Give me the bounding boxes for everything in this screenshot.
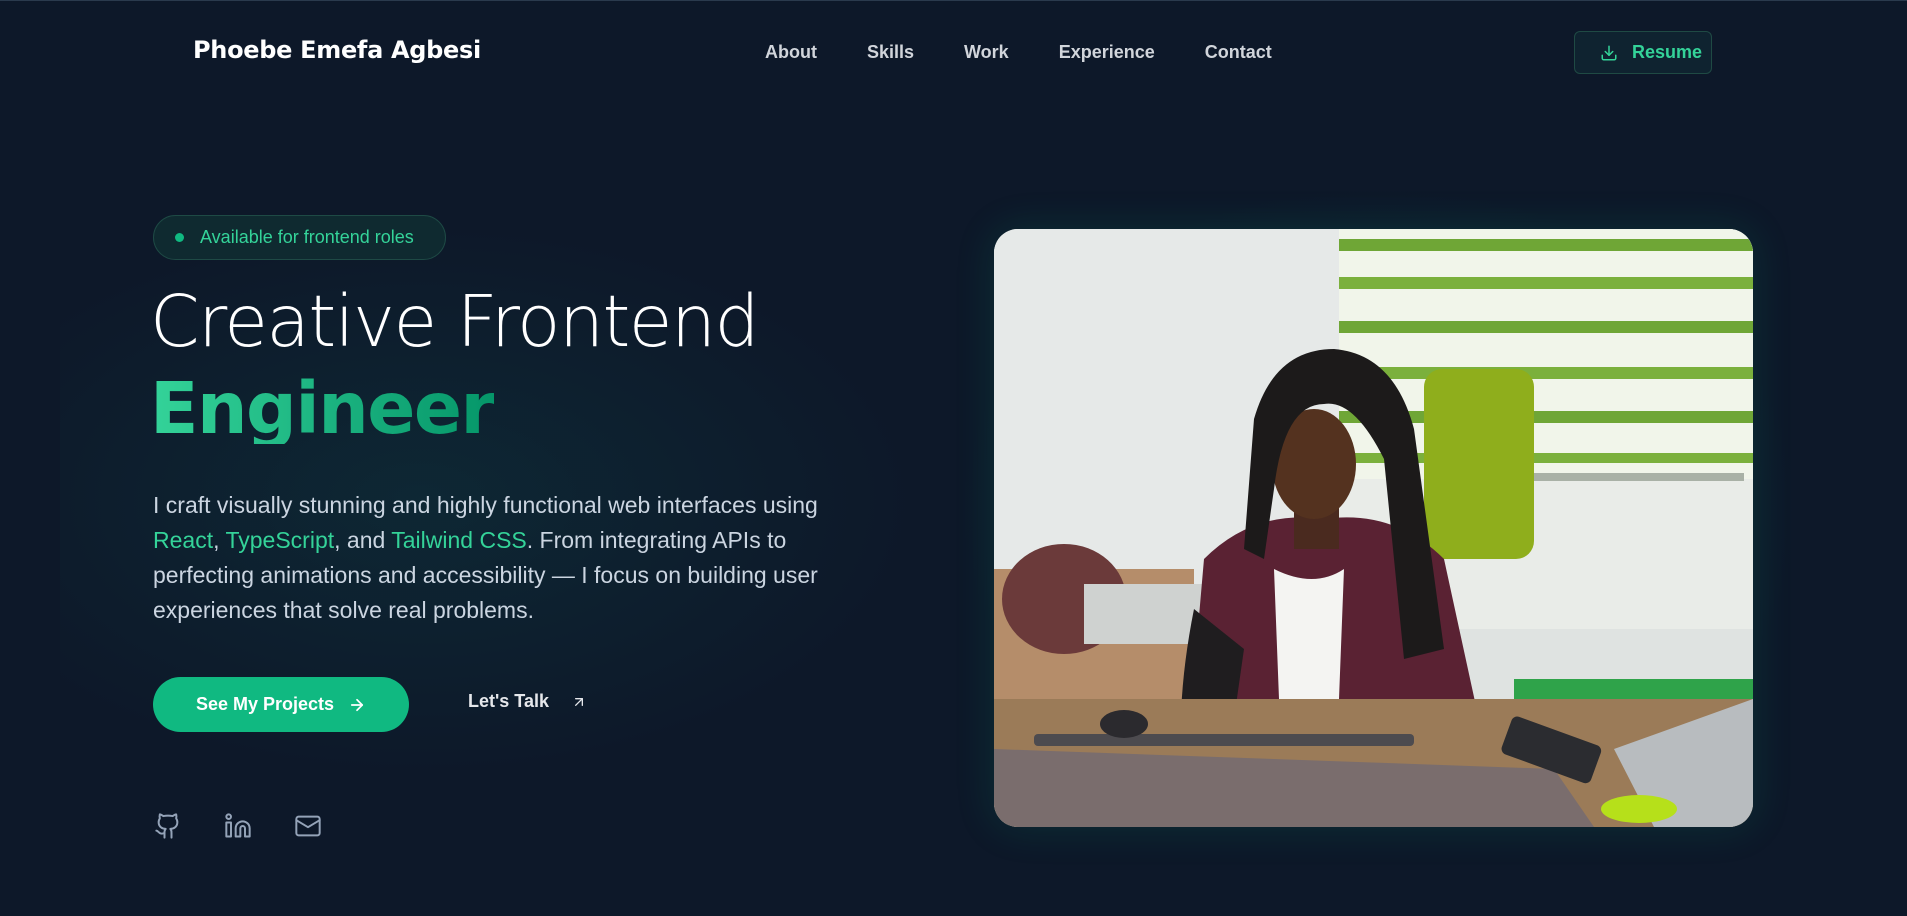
nav-item-contact[interactable]: Contact [1205,42,1272,63]
mail-icon[interactable] [293,811,323,841]
profile-photo [994,229,1753,827]
resume-button[interactable]: Resume [1574,31,1712,74]
social-links [153,811,363,841]
intro-text: , [213,527,226,553]
intro-text: I craft visually stunning and highly fun… [153,492,818,518]
arrow-right-icon [348,696,366,714]
nav-item-skills[interactable]: Skills [867,42,914,63]
nav-item-experience[interactable]: Experience [1059,42,1155,63]
profile-photo-illustration [994,229,1753,827]
download-icon [1600,44,1618,62]
intro-highlight-react: React [153,527,214,553]
availability-badge: Available for frontend roles [153,215,446,260]
intro-text: , and [334,527,392,553]
arrow-up-right-icon [571,694,587,710]
main-nav: About Skills Work Experience Contact [765,42,1322,63]
hero-intro: I craft visually stunning and highly fun… [153,488,873,628]
lets-talk-label: Let's Talk [468,691,549,711]
lets-talk-link[interactable]: Let's Talk [468,691,587,712]
brand-name[interactable]: Phoebe Emefa Agbesi [193,36,481,64]
see-projects-label: See My Projects [195,694,335,714]
resume-label: Resume [1632,42,1703,62]
status-dot [175,233,184,242]
hero-title-line1: Creative Frontend [150,280,760,363]
github-icon[interactable] [153,811,183,841]
intro-highlight-typescript: TypeScript [225,527,335,553]
linkedin-icon[interactable] [223,811,253,841]
nav-item-work[interactable]: Work [964,42,1009,63]
hero-title-line2: Engineer [150,367,496,450]
availability-text: Available for frontend roles [200,227,414,247]
nav-item-about[interactable]: About [765,42,817,63]
top-border [0,0,1907,1]
intro-highlight-tailwind: Tailwind CSS [391,527,527,553]
see-projects-button[interactable]: See My Projects [153,677,409,732]
